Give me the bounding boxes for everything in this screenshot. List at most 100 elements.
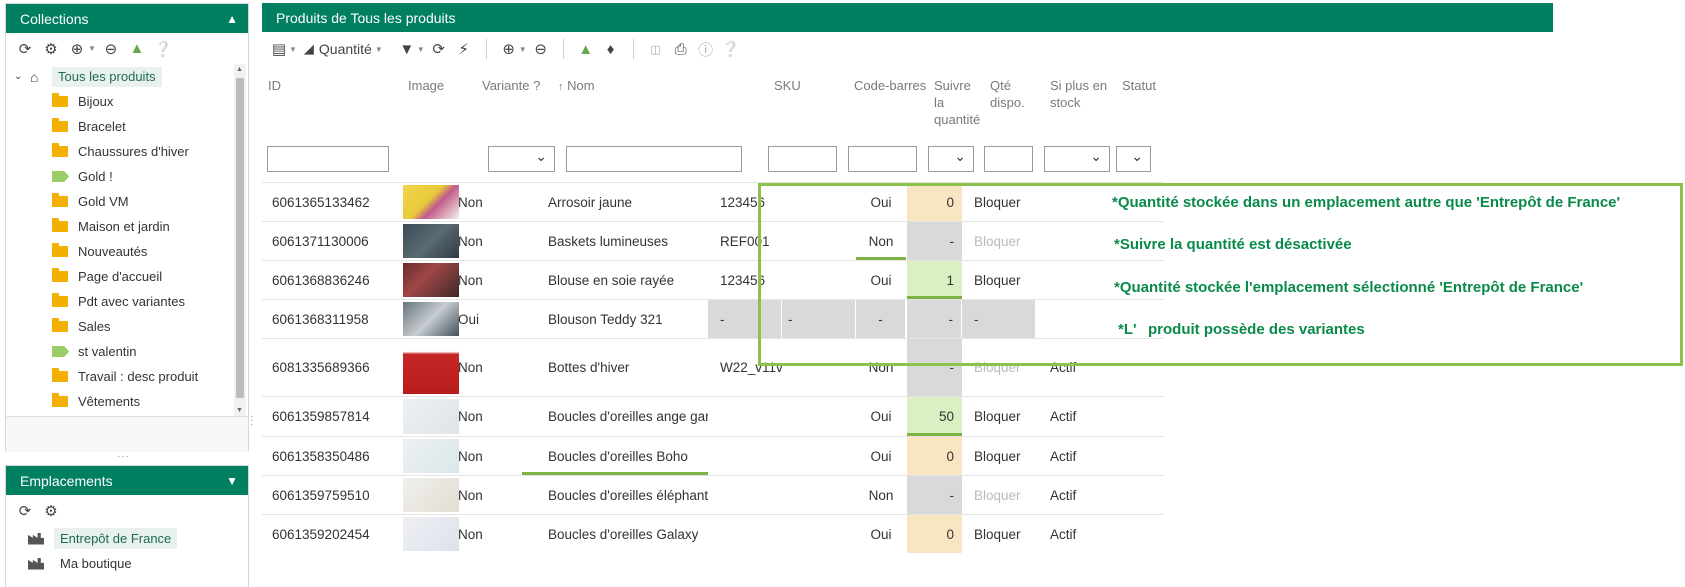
collections-header[interactable]: Collections ▲ bbox=[6, 4, 248, 33]
cell-oos[interactable]: Bloquer bbox=[962, 476, 1036, 514]
cell-qty[interactable]: - bbox=[907, 222, 962, 260]
cell-status[interactable] bbox=[1038, 183, 1084, 221]
csv-icon[interactable]: ◫ bbox=[645, 38, 667, 60]
cell-track[interactable]: Oui bbox=[856, 515, 906, 553]
cell-track[interactable]: Oui bbox=[856, 437, 906, 475]
add-circle-icon[interactable]: ⊕ bbox=[66, 38, 88, 60]
cell-name[interactable]: Boucles d'oreilles éléphant doré bbox=[522, 476, 708, 514]
cell-name[interactable]: Boucles d'oreilles Galaxy bbox=[522, 515, 708, 553]
collections-scrollbar[interactable]: ▲ ▼ bbox=[234, 64, 246, 416]
cell-name[interactable]: Boucles d'oreilles ange gardien bbox=[522, 397, 708, 436]
sidebar-resize-handle[interactable]: · · · bbox=[250, 412, 254, 430]
table-row[interactable]: 6061368836246 Non Blouse en soie rayée 1234… bbox=[262, 260, 1164, 299]
tree-item[interactable]: Page d'accueil bbox=[6, 264, 248, 289]
cell-track[interactable]: Oui bbox=[856, 261, 906, 299]
filter-qty-input[interactable] bbox=[984, 146, 1033, 172]
cell-status[interactable] bbox=[1038, 222, 1084, 260]
cell-qty[interactable]: - bbox=[907, 476, 962, 514]
cell-variant[interactable]: Non bbox=[446, 476, 522, 514]
tree-root-all-products[interactable]: ⌄ ⌂ Tous les produits bbox=[6, 64, 248, 89]
tree-item[interactable]: Bracelet bbox=[6, 114, 248, 139]
quantity-view-button[interactable]: ◢ Quantité bbox=[304, 41, 372, 57]
filter-oos-select[interactable] bbox=[1044, 146, 1110, 172]
cell-oos[interactable]: Bloquer bbox=[962, 222, 1036, 260]
table-row[interactable]: 6061359857814 Non Boucles d'oreilles ange … bbox=[262, 396, 1164, 436]
tree-item[interactable]: Gold ! bbox=[6, 164, 248, 189]
tree-item[interactable]: Travail : desc produit bbox=[6, 364, 248, 389]
cell-variant[interactable]: Oui bbox=[446, 300, 522, 338]
cell-track[interactable]: Non bbox=[856, 222, 906, 260]
cell-sku[interactable] bbox=[708, 515, 782, 553]
cell-status[interactable]: Actif bbox=[1038, 397, 1084, 436]
chevron-down-icon[interactable]: ▼ bbox=[289, 45, 297, 54]
cell-track[interactable]: Non bbox=[856, 339, 906, 396]
filter-sku-input[interactable] bbox=[768, 146, 837, 172]
cell-qty[interactable]: - bbox=[907, 300, 962, 338]
cell-id[interactable]: 6061368311958 bbox=[262, 300, 402, 338]
cell-barcode[interactable] bbox=[782, 397, 856, 436]
refresh-icon[interactable]: ⟳ bbox=[428, 38, 450, 60]
cell-name[interactable]: Blouson Teddy 321 bbox=[522, 300, 708, 338]
cell-qty[interactable]: - bbox=[907, 339, 962, 396]
info-icon[interactable]: ⓘ bbox=[695, 38, 717, 60]
chevron-down-icon[interactable]: ⌄ bbox=[14, 71, 30, 82]
filter-barcode-input[interactable] bbox=[848, 146, 917, 172]
cell-oos[interactable]: Bloquer bbox=[962, 397, 1036, 436]
chevron-down-icon[interactable]: ▼ bbox=[375, 45, 383, 54]
tree-item[interactable]: Pdt avec variantes bbox=[6, 289, 248, 314]
refresh-icon[interactable]: ⟳ bbox=[14, 500, 36, 522]
cell-status[interactable]: Actif bbox=[1038, 339, 1084, 396]
tree-item[interactable]: st valentin bbox=[6, 339, 248, 364]
cell-status[interactable]: Actif bbox=[1038, 476, 1084, 514]
cell-qty[interactable]: 0 bbox=[907, 515, 962, 553]
shopify-sync-icon[interactable]: ▲ bbox=[575, 38, 597, 60]
tree-item[interactable]: Gold VM bbox=[6, 189, 248, 214]
cell-oos[interactable]: - bbox=[962, 300, 1036, 338]
refresh-icon[interactable]: ⟳ bbox=[14, 38, 36, 60]
columns-icon[interactable]: ▤ bbox=[268, 38, 290, 60]
table-row[interactable]: 6061358350486 Non Boucles d'oreilles Boho O… bbox=[262, 436, 1164, 475]
cell-oos[interactable]: Bloquer bbox=[962, 437, 1036, 475]
cell-track[interactable]: Non bbox=[856, 476, 906, 514]
cell-id[interactable]: 6061359759510 bbox=[262, 476, 402, 514]
cell-sku[interactable]: 123456 bbox=[708, 183, 782, 221]
cell-sku[interactable] bbox=[708, 397, 782, 436]
filter-name-input[interactable] bbox=[566, 146, 742, 172]
cell-sku[interactable]: 123456 bbox=[708, 261, 782, 299]
cell-name[interactable]: Blouse en soie rayée bbox=[522, 261, 708, 299]
cell-sku[interactable]: W22_v11v0 bbox=[708, 339, 782, 396]
filter-variant-select[interactable] bbox=[488, 146, 555, 172]
location-item[interactable]: Entrepôt de France bbox=[6, 526, 248, 551]
cell-barcode[interactable] bbox=[782, 437, 856, 475]
chevron-down-icon[interactable]: ▼ bbox=[417, 45, 425, 54]
cell-status[interactable]: Actif bbox=[1038, 437, 1084, 475]
gear-icon[interactable]: ⚙ bbox=[40, 500, 62, 522]
cell-sku[interactable]: REF001 bbox=[708, 222, 782, 260]
cell-barcode[interactable] bbox=[782, 222, 856, 260]
tree-item[interactable]: Bijoux bbox=[6, 89, 248, 114]
cell-sku[interactable] bbox=[708, 437, 782, 475]
cell-id[interactable]: 6061358350486 bbox=[262, 437, 402, 475]
table-row[interactable]: 6061371130006 Non Baskets lumineuses REF001… bbox=[262, 221, 1164, 260]
cell-barcode[interactable]: - bbox=[782, 300, 856, 338]
cell-status[interactable] bbox=[1038, 300, 1084, 338]
add-circle-icon[interactable]: ⊕ bbox=[498, 38, 520, 60]
shopify-bag-icon[interactable]: ♦ bbox=[600, 38, 622, 60]
cell-oos[interactable]: Bloquer bbox=[962, 183, 1036, 221]
cell-id[interactable]: 6081335689366 bbox=[262, 339, 402, 396]
cell-oos[interactable]: Bloquer bbox=[962, 339, 1036, 396]
table-row[interactable]: 6061368311958 Oui Blouson Teddy 321- - - - - bbox=[262, 299, 1164, 338]
cell-track[interactable]: Oui bbox=[856, 397, 906, 436]
cell-variant[interactable]: Non bbox=[446, 339, 522, 396]
table-row[interactable]: 6061359759510 Non Boucles d'oreilles éléph… bbox=[262, 475, 1164, 514]
cell-variant[interactable]: Non bbox=[446, 222, 522, 260]
cell-barcode[interactable] bbox=[782, 476, 856, 514]
cell-track[interactable]: - bbox=[856, 300, 906, 338]
help-icon[interactable]: ❔ bbox=[152, 38, 174, 60]
cell-id[interactable]: 6061371130006 bbox=[262, 222, 402, 260]
cell-qty[interactable]: 1 bbox=[907, 261, 962, 299]
cell-variant[interactable]: Non bbox=[446, 437, 522, 475]
cell-barcode[interactable] bbox=[782, 183, 856, 221]
filter-icon[interactable]: ▼ bbox=[396, 38, 418, 60]
cell-oos[interactable]: Bloquer bbox=[962, 515, 1036, 553]
